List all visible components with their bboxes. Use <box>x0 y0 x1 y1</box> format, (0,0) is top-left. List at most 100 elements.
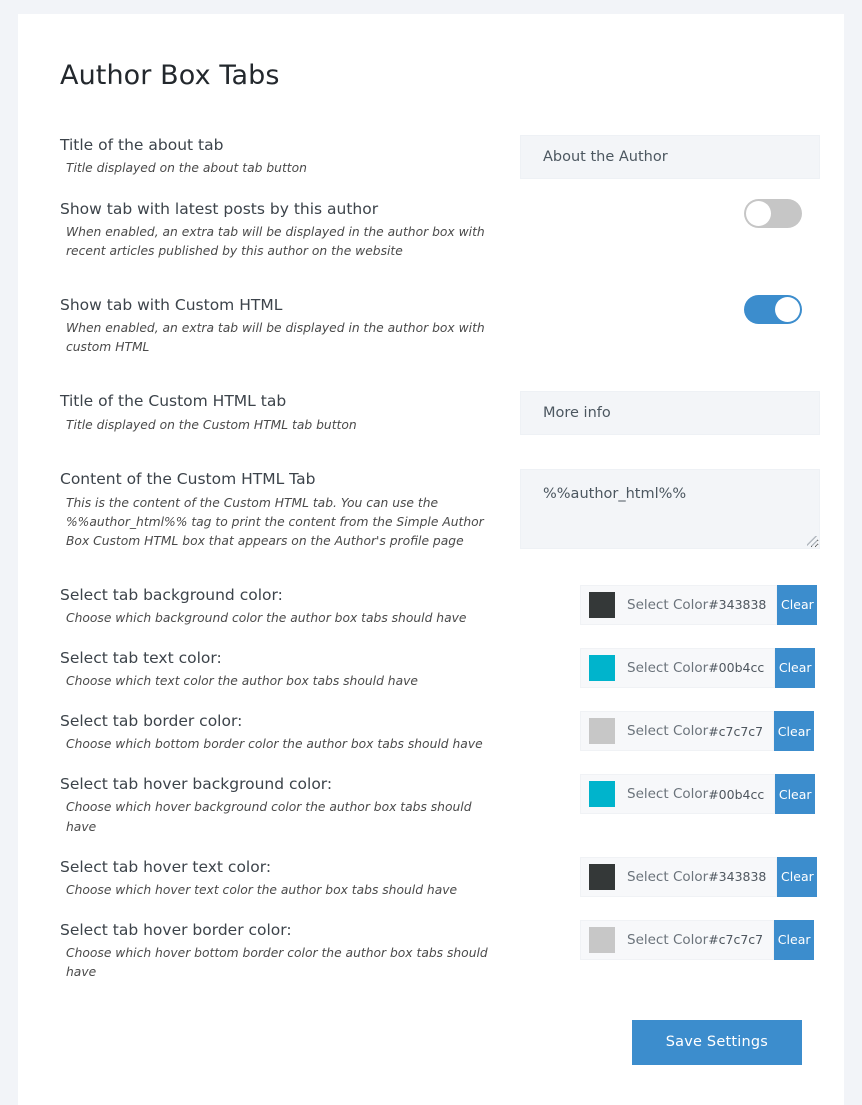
color-description: Choose which hover text color the author… <box>66 881 504 900</box>
color-label: Select tab hover text color: <box>60 857 504 877</box>
color-picker: Select Color #00b4cc Clear <box>580 774 802 814</box>
setting-row-color-5: Select tab hover border color: Choose wh… <box>60 920 802 982</box>
color-hex-value: #c7c7c7 <box>708 724 763 739</box>
clear-color-button[interactable]: Clear <box>777 585 817 625</box>
color-text-block: Select tab hover background color: Choos… <box>60 774 520 836</box>
color-swatch[interactable] <box>589 781 615 807</box>
clear-color-button[interactable]: Clear <box>774 711 814 751</box>
color-control: Select Color #343838 Clear <box>520 857 802 897</box>
clear-color-button[interactable]: Clear <box>777 857 817 897</box>
about-title-text-block: Title of the about tab Title displayed o… <box>60 135 520 178</box>
color-picker: Select Color #c7c7c7 Clear <box>580 920 802 960</box>
setting-row-color-2: Select tab border color: Choose which bo… <box>60 711 802 754</box>
setting-row-color-0: Select tab background color: Choose whic… <box>60 585 802 628</box>
latest-posts-text-block: Show tab with latest posts by this autho… <box>60 199 520 261</box>
color-swatch[interactable] <box>589 718 615 744</box>
color-picker-body[interactable]: Select Color #00b4cc <box>580 774 775 814</box>
color-picker-body[interactable]: Select Color #c7c7c7 <box>580 711 774 751</box>
toggle-knob <box>775 297 800 322</box>
color-picker: Select Color #343838 Clear <box>580 585 802 625</box>
color-description: Choose which background color the author… <box>66 609 504 628</box>
custom-html-title-input[interactable] <box>520 391 820 435</box>
color-picker-body[interactable]: Select Color #343838 <box>580 585 777 625</box>
color-control: Select Color #c7c7c7 Clear <box>520 920 802 960</box>
select-color-label[interactable]: Select Color <box>627 660 708 676</box>
color-label: Select tab hover border color: <box>60 920 504 940</box>
color-description: Choose which hover bottom border color t… <box>66 944 504 982</box>
select-color-label[interactable]: Select Color <box>627 723 708 739</box>
color-control: Select Color #c7c7c7 Clear <box>520 711 802 751</box>
custom-html-toggle-control <box>520 295 802 324</box>
color-text-block: Select tab background color: Choose whic… <box>60 585 520 628</box>
latest-posts-toggle[interactable] <box>744 199 802 228</box>
color-picker-body[interactable]: Select Color #343838 <box>580 857 777 897</box>
select-color-label[interactable]: Select Color <box>627 786 708 802</box>
select-color-label[interactable]: Select Color <box>627 869 708 885</box>
custom-html-content-text-block: Content of the Custom HTML Tab This is t… <box>60 469 520 550</box>
about-title-description: Title displayed on the about tab button <box>66 159 504 178</box>
custom-html-title-description: Title displayed on the Custom HTML tab b… <box>66 416 504 435</box>
color-control: Select Color #343838 Clear <box>520 585 802 625</box>
color-description: Choose which bottom border color the aut… <box>66 735 504 754</box>
color-text-block: Select tab hover text color: Choose whic… <box>60 857 520 900</box>
color-swatch[interactable] <box>589 592 615 618</box>
page-title: Author Box Tabs <box>60 60 802 91</box>
custom-html-toggle[interactable] <box>744 295 802 324</box>
color-picker: Select Color #00b4cc Clear <box>580 648 802 688</box>
footer-actions: Save Settings <box>60 1020 802 1065</box>
color-control: Select Color #00b4cc Clear <box>520 648 802 688</box>
color-text-block: Select tab border color: Choose which bo… <box>60 711 520 754</box>
settings-card: Author Box Tabs Title of the about tab T… <box>18 14 844 1105</box>
custom-html-title-text-block: Title of the Custom HTML tab Title displ… <box>60 391 520 434</box>
setting-row-latest-posts: Show tab with latest posts by this autho… <box>60 199 802 261</box>
latest-posts-label: Show tab with latest posts by this autho… <box>60 199 504 219</box>
color-label: Select tab text color: <box>60 648 504 668</box>
color-text-block: Select tab text color: Choose which text… <box>60 648 520 691</box>
about-title-input[interactable] <box>520 135 820 179</box>
custom-html-toggle-text-block: Show tab with Custom HTML When enabled, … <box>60 295 520 357</box>
color-label: Select tab hover background color: <box>60 774 504 794</box>
color-hex-value: #00b4cc <box>708 660 764 675</box>
color-swatch[interactable] <box>589 655 615 681</box>
latest-posts-control <box>520 199 802 228</box>
color-picker-body[interactable]: Select Color #00b4cc <box>580 648 775 688</box>
page-background: Author Box Tabs Title of the about tab T… <box>0 0 862 1070</box>
color-control: Select Color #00b4cc Clear <box>520 774 802 814</box>
about-title-control <box>520 135 820 179</box>
color-label: Select tab background color: <box>60 585 504 605</box>
setting-row-about-title: Title of the about tab Title displayed o… <box>60 135 802 179</box>
custom-html-title-label: Title of the Custom HTML tab <box>60 391 504 411</box>
color-swatch[interactable] <box>589 927 615 953</box>
custom-html-toggle-label: Show tab with Custom HTML <box>60 295 504 315</box>
color-description: Choose which text color the author box t… <box>66 672 504 691</box>
toggle-knob <box>746 201 771 226</box>
setting-row-color-3: Select tab hover background color: Choos… <box>60 774 802 836</box>
color-picker: Select Color #343838 Clear <box>580 857 802 897</box>
custom-html-content-control: %%author_html%% <box>520 469 820 549</box>
clear-color-button[interactable]: Clear <box>774 920 814 960</box>
save-settings-button[interactable]: Save Settings <box>632 1020 802 1065</box>
color-settings-group: Select tab background color: Choose whic… <box>60 585 802 982</box>
color-label: Select tab border color: <box>60 711 504 731</box>
about-title-label: Title of the about tab <box>60 135 504 155</box>
setting-row-custom-html-toggle: Show tab with Custom HTML When enabled, … <box>60 295 802 357</box>
select-color-label[interactable]: Select Color <box>627 932 708 948</box>
custom-html-toggle-description: When enabled, an extra tab will be displ… <box>66 319 504 357</box>
custom-html-content-textarea[interactable]: %%author_html%% <box>520 469 820 549</box>
color-picker: Select Color #c7c7c7 Clear <box>580 711 802 751</box>
setting-row-custom-html-content: Content of the Custom HTML Tab This is t… <box>60 469 802 550</box>
latest-posts-description: When enabled, an extra tab will be displ… <box>66 223 504 261</box>
custom-html-title-control <box>520 391 820 435</box>
color-hex-value: #c7c7c7 <box>708 932 763 947</box>
color-picker-body[interactable]: Select Color #c7c7c7 <box>580 920 774 960</box>
clear-color-button[interactable]: Clear <box>775 648 815 688</box>
color-hex-value: #343838 <box>708 597 766 612</box>
color-description: Choose which hover background color the … <box>66 798 504 836</box>
setting-row-color-4: Select tab hover text color: Choose whic… <box>60 857 802 900</box>
select-color-label[interactable]: Select Color <box>627 597 708 613</box>
setting-row-color-1: Select tab text color: Choose which text… <box>60 648 802 691</box>
color-text-block: Select tab hover border color: Choose wh… <box>60 920 520 982</box>
color-swatch[interactable] <box>589 864 615 890</box>
clear-color-button[interactable]: Clear <box>775 774 815 814</box>
custom-html-content-description: This is the content of the Custom HTML t… <box>66 494 504 551</box>
